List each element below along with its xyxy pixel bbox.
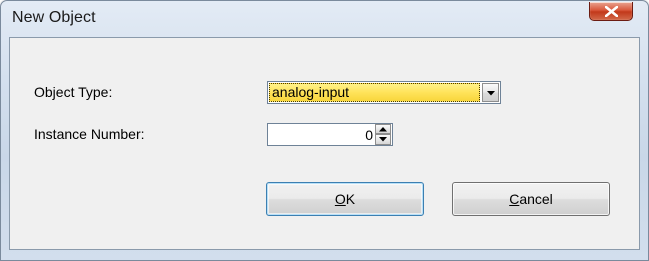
- ok-label-rest: K: [345, 191, 356, 207]
- arrow-up-icon: [379, 127, 387, 132]
- object-type-selected-value[interactable]: analog-input: [269, 83, 480, 102]
- cancel-button[interactable]: Cancel: [452, 182, 610, 216]
- cancel-mnemonic: C: [509, 191, 520, 207]
- close-button[interactable]: [589, 2, 633, 21]
- ok-button[interactable]: OK: [266, 182, 424, 216]
- dialog-window: New Object Object Type: analog-input Ins…: [0, 0, 649, 261]
- title-bar[interactable]: New Object: [1, 1, 648, 37]
- window-title: New Object: [12, 9, 96, 26]
- ok-mnemonic: O: [334, 191, 346, 207]
- instance-number-input[interactable]: 0: [270, 126, 373, 144]
- chevron-down-icon: [487, 91, 495, 96]
- increment-button[interactable]: [375, 124, 391, 134]
- object-type-dropdown[interactable]: analog-input: [267, 81, 501, 104]
- close-icon: [605, 6, 618, 17]
- decrement-button[interactable]: [375, 134, 391, 145]
- cancel-label-rest: ancel: [519, 191, 553, 207]
- instance-number-label: Instance Number:: [34, 126, 145, 142]
- dropdown-arrow-button[interactable]: [482, 83, 499, 102]
- arrow-down-icon: [379, 137, 387, 142]
- object-type-label: Object Type:: [34, 84, 113, 100]
- instance-number-stepper[interactable]: 0: [267, 123, 393, 146]
- dialog-body: Object Type: analog-input Instance Numbe…: [9, 37, 640, 250]
